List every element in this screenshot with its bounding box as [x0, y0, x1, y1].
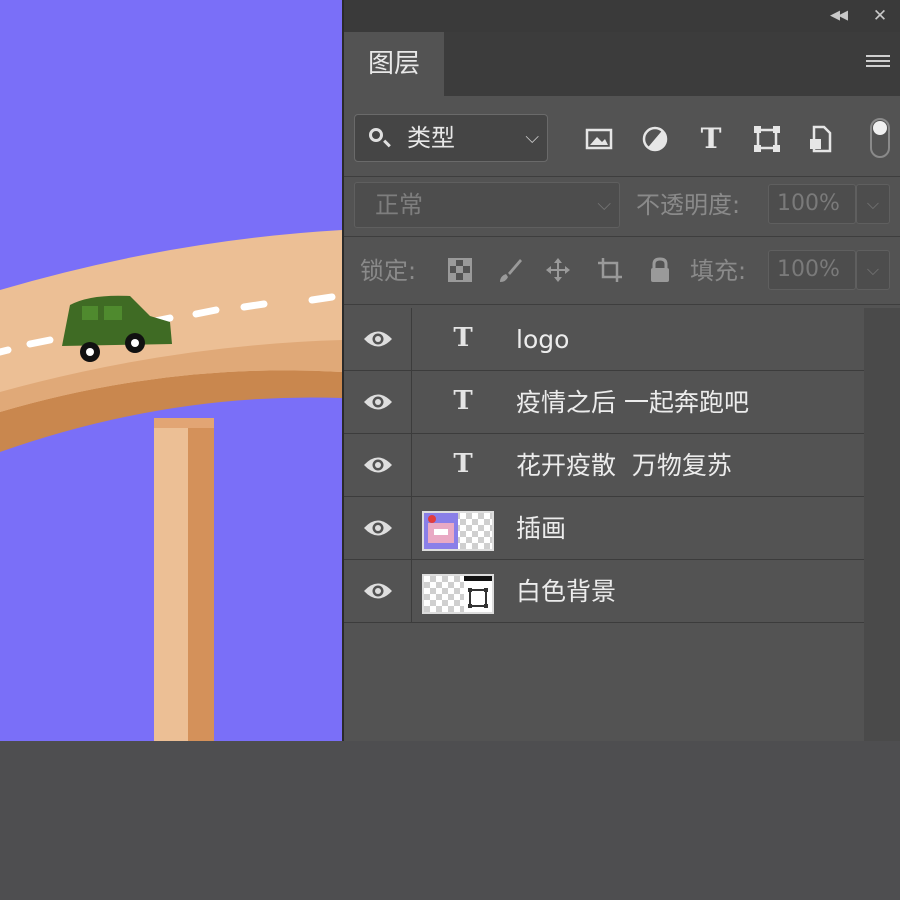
opacity-dropdown-button[interactable]: ⌵ — [856, 184, 890, 224]
type-filter-icon[interactable]: T — [696, 124, 726, 154]
layer-row[interactable]: T logo — [344, 308, 864, 371]
workspace-background — [0, 741, 900, 900]
text-layer-icon: T — [453, 386, 473, 416]
lock-artboard-icon[interactable] — [596, 256, 624, 284]
layers-list: T logo T 疫情之后 一起奔跑吧 T 花开疫散 万物复苏 插画 白色背景 — [344, 308, 864, 623]
filter-toggle-switch[interactable] — [870, 118, 890, 158]
text-layer-icon: T — [453, 449, 473, 479]
layer-filter-row: 类型 ⌵ T — [344, 96, 900, 176]
panel-tab-bar: 图层 — [344, 32, 900, 96]
layer-thumbnail — [422, 574, 494, 614]
visibility-toggle[interactable] — [344, 371, 412, 433]
lock-position-icon[interactable] — [544, 256, 572, 284]
document-canvas[interactable] — [0, 0, 342, 741]
image-filter-icon[interactable] — [584, 124, 614, 154]
search-icon — [369, 128, 383, 142]
chevron-down-icon: ⌵ — [525, 127, 539, 148]
fill-field[interactable]: 100% — [768, 250, 856, 290]
lock-all-icon[interactable] — [646, 256, 674, 284]
layer-name: 花开疫散 万物复苏 — [516, 451, 732, 480]
eye-icon — [364, 520, 392, 536]
close-icon[interactable]: ✕ — [870, 6, 890, 26]
shape-filter-icon[interactable] — [752, 124, 782, 154]
text-layer-icon: T — [453, 323, 473, 353]
visibility-toggle[interactable] — [344, 308, 412, 370]
layer-name: logo — [516, 325, 570, 354]
visibility-toggle[interactable] — [344, 434, 412, 496]
layer-row[interactable]: 插画 — [344, 497, 864, 560]
panel-title-bar[interactable]: ◀◀ ✕ — [344, 0, 900, 32]
fill-dropdown-button[interactable]: ⌵ — [856, 250, 890, 290]
divider — [344, 304, 900, 305]
layer-row[interactable]: T 疫情之后 一起奔跑吧 — [344, 371, 864, 434]
layer-name: 白色背景 — [516, 577, 617, 606]
layer-thumbnail — [422, 511, 494, 551]
blend-mode-dropdown[interactable]: 正常 ⌵ — [354, 182, 620, 228]
blend-mode-value: 正常 — [375, 191, 423, 219]
eye-icon — [364, 394, 392, 410]
blend-row: 正常 ⌵ 不透明度: 100% ⌵ — [344, 176, 900, 236]
eye-icon — [364, 331, 392, 347]
tab-layers[interactable]: 图层 — [344, 32, 444, 96]
visibility-toggle[interactable] — [344, 497, 412, 559]
lock-row: 锁定: 填充: 100% ⌵ — [344, 238, 900, 302]
visibility-toggle[interactable] — [344, 560, 412, 622]
divider — [344, 236, 900, 237]
lock-transparent-pixels-icon[interactable] — [446, 256, 474, 284]
chevron-down-icon: ⌵ — [597, 194, 611, 215]
illustration — [0, 0, 342, 741]
lock-image-pixels-icon[interactable] — [496, 256, 524, 284]
lock-label: 锁定: — [360, 257, 417, 285]
panel-menu-icon[interactable] — [866, 52, 890, 74]
layer-name: 插画 — [516, 514, 567, 543]
layers-scrollbar[interactable] — [864, 308, 900, 741]
smart-object-filter-icon[interactable] — [806, 124, 836, 154]
layer-row[interactable]: T 花开疫散 万物复苏 — [344, 434, 864, 497]
fill-label: 填充: — [690, 257, 747, 285]
eye-icon — [364, 583, 392, 599]
adjustment-filter-icon[interactable] — [640, 124, 670, 154]
filter-kind-label: 类型 — [407, 124, 455, 152]
eye-icon — [364, 457, 392, 473]
opacity-field[interactable]: 100% — [768, 184, 856, 224]
layer-row[interactable]: 白色背景 — [344, 560, 864, 623]
opacity-label: 不透明度: — [636, 191, 741, 219]
filter-kind-dropdown[interactable]: 类型 ⌵ — [354, 114, 548, 162]
layer-name: 疫情之后 一起奔跑吧 — [516, 388, 749, 417]
collapse-panel-icon[interactable]: ◀◀ — [828, 6, 848, 26]
